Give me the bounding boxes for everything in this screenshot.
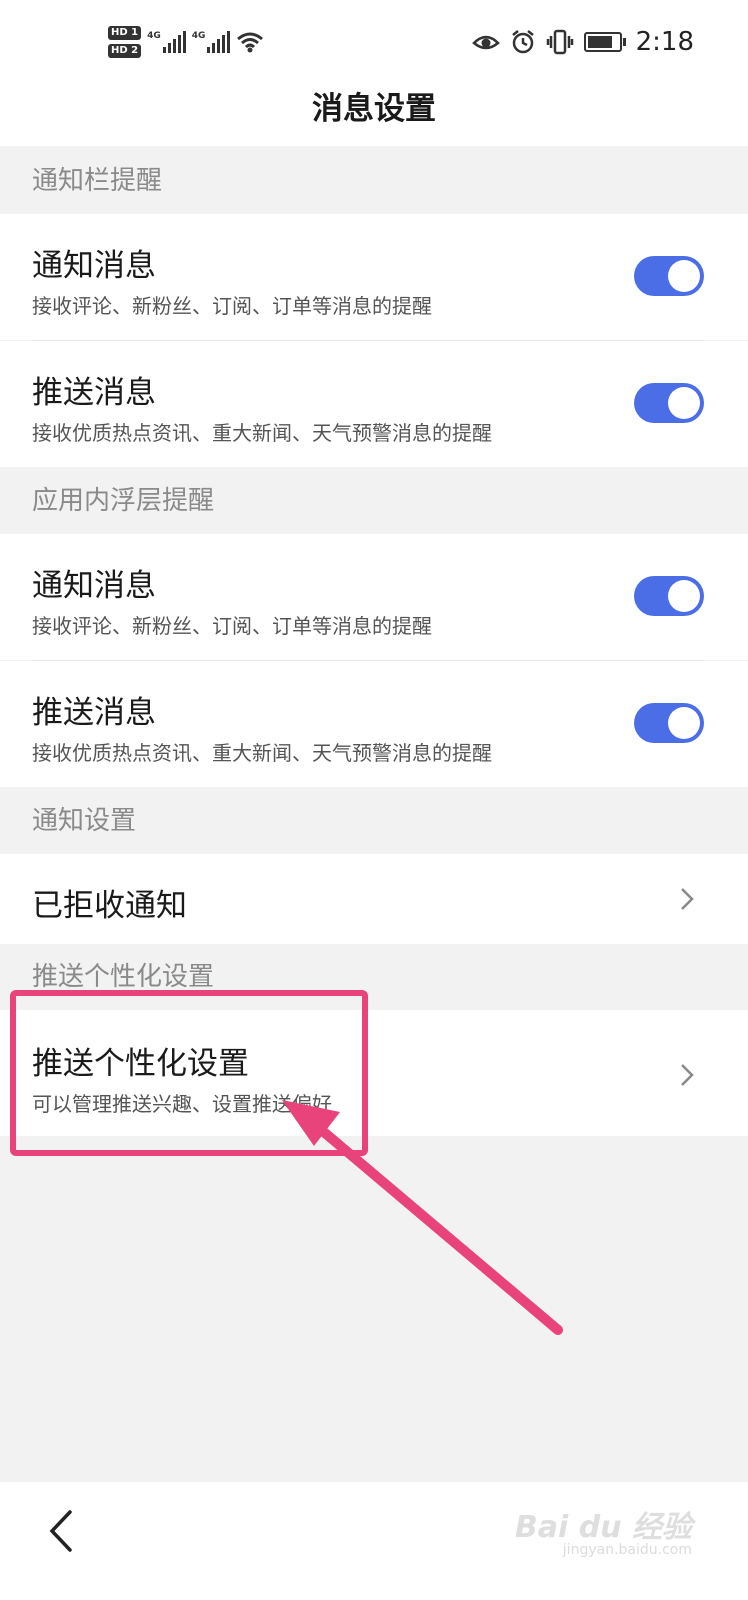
setting-row-push-personalization[interactable]: 推送个性化设置 可以管理推送兴趣、设置推送偏好 xyxy=(0,1010,748,1136)
setting-title: 已拒收通知 xyxy=(32,888,187,924)
net2-label: 4G xyxy=(191,31,206,41)
toggle-knob xyxy=(668,707,700,739)
back-arrow-icon[interactable] xyxy=(42,1506,82,1556)
chevron-right-icon xyxy=(681,1064,694,1086)
alarm-icon xyxy=(511,30,534,54)
setting-subtitle: 接收优质热点资讯、重大新闻、天气预警消息的提醒 xyxy=(32,741,492,765)
toggle-notify-bar-push[interactable] xyxy=(634,383,704,423)
setting-row-notify-bar-push: 推送消息 接收优质热点资讯、重大新闻、天气预警消息的提醒 xyxy=(0,341,748,467)
divider xyxy=(32,660,704,661)
net1-label: 4G xyxy=(147,31,161,41)
toggle-knob xyxy=(668,387,700,419)
page-title: 消息设置 xyxy=(0,84,748,146)
setting-title: 推送个性化设置 xyxy=(32,1046,249,1082)
eye-icon xyxy=(471,35,500,50)
chevron-right-icon xyxy=(681,888,694,910)
status-left: HD 1 HD 2 4G 4G xyxy=(108,20,264,64)
setting-row-rejected-notifications[interactable]: 已拒收通知 xyxy=(0,854,748,944)
setting-subtitle: 接收评论、新粉丝、订阅、订单等消息的提醒 xyxy=(32,614,432,638)
signal-1-icon: 4G xyxy=(147,31,186,53)
divider xyxy=(32,340,704,341)
toggle-knob xyxy=(668,580,700,612)
setting-row-notify-bar-notification: 通知消息 接收评论、新粉丝、订阅、订单等消息的提醒 xyxy=(0,214,748,340)
setting-row-overlay-push: 推送消息 接收优质热点资讯、重大新闻、天气预警消息的提醒 xyxy=(0,661,748,787)
section-header-push-personalization: 推送个性化设置 xyxy=(0,944,748,1010)
toggle-overlay-push[interactable] xyxy=(634,703,704,743)
setting-row-overlay-notification: 通知消息 接收评论、新粉丝、订阅、订单等消息的提醒 xyxy=(0,534,748,660)
status-bar: HD 1 HD 2 4G 4G 2:18 xyxy=(0,0,748,84)
status-right: 2:18 xyxy=(471,24,694,60)
setting-subtitle: 接收优质热点资讯、重大新闻、天气预警消息的提醒 xyxy=(32,421,492,445)
vibrate-icon xyxy=(546,29,573,55)
setting-title: 推送消息 xyxy=(32,375,156,411)
section-header-notification-bar: 通知栏提醒 xyxy=(0,148,748,214)
setting-title: 通知消息 xyxy=(32,568,156,604)
toggle-knob xyxy=(668,260,700,292)
setting-title: 通知消息 xyxy=(32,248,156,284)
status-time: 2:18 xyxy=(635,27,694,57)
watermark-url: jingyan.baidu.com xyxy=(562,1542,692,1558)
setting-subtitle: 可以管理推送兴趣、设置推送偏好 xyxy=(32,1092,332,1116)
toggle-notify-bar-notification[interactable] xyxy=(634,256,704,296)
hd-badges: HD 1 HD 2 xyxy=(108,26,142,58)
hd2-badge: HD 2 xyxy=(108,44,142,58)
signal-2-icon: 4G xyxy=(192,31,231,53)
setting-subtitle: 接收评论、新粉丝、订阅、订单等消息的提醒 xyxy=(32,294,432,318)
wifi-icon xyxy=(237,32,264,53)
hd1-badge: HD 1 xyxy=(108,26,142,40)
toggle-overlay-notification[interactable] xyxy=(634,576,704,616)
setting-title: 推送消息 xyxy=(32,695,156,731)
bottom-nav-bar: Bai du 经验 jingyan.baidu.com xyxy=(0,1482,748,1600)
section-header-notification-settings: 通知设置 xyxy=(0,788,748,854)
watermark-logo: Bai du 经验 xyxy=(514,1510,692,1545)
battery-icon xyxy=(583,32,626,52)
section-header-in-app-overlay: 应用内浮层提醒 xyxy=(0,468,748,534)
